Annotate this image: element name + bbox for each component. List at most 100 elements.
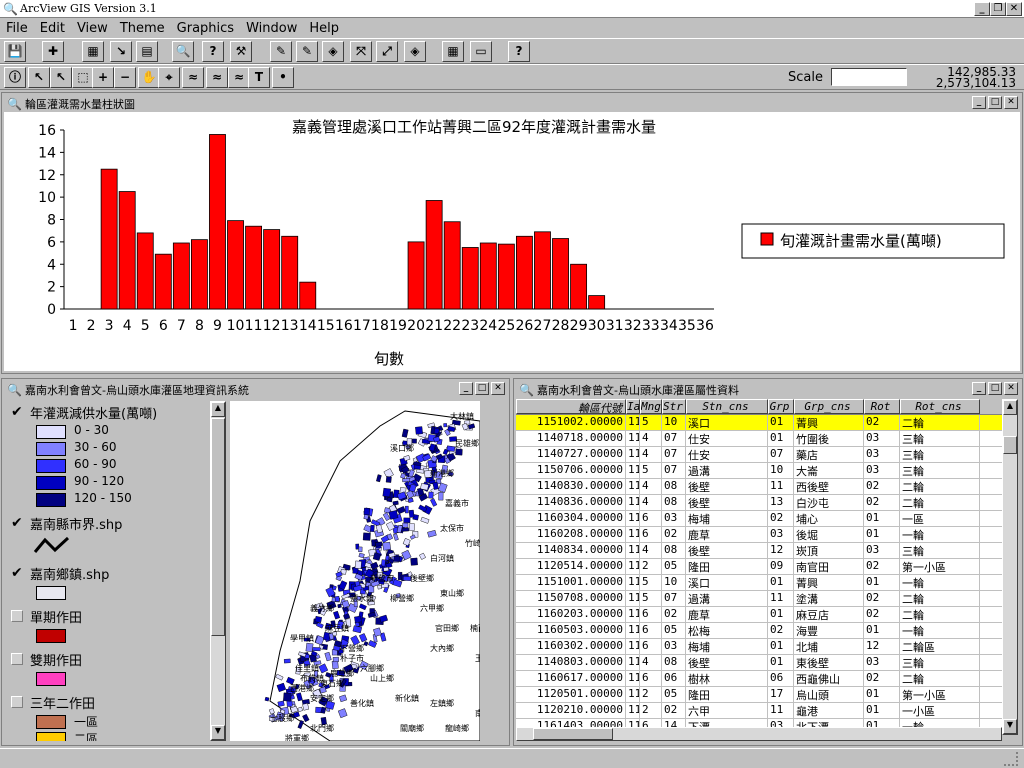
table-row[interactable]: 1160617.00000 11 6 06 樹林 06 西龜佛山 02 二輪 (516, 671, 1002, 687)
checkbox-unchecked-icon[interactable] (11, 610, 23, 622)
column-header[interactable]: Rot_cns (900, 399, 980, 414)
table-scroll-down[interactable]: ▼ (1003, 719, 1017, 734)
table-row[interactable]: 1140834.00000 11 4 08 後壁 12 崁頂 03 三輪 (516, 543, 1002, 559)
map-minimize-button[interactable]: _ (459, 382, 473, 395)
toolbar-button-14[interactable]: ▦ (442, 41, 464, 62)
tool-button-4[interactable]: + (92, 67, 114, 88)
table-row[interactable]: 1160503.00000 11 6 05 松梅 02 海豐 01 一輪 (516, 623, 1002, 639)
toc-scrollbar[interactable]: ▲ ▼ (210, 401, 226, 741)
tool-button-0[interactable]: ⓘ (4, 67, 26, 88)
menu-edit[interactable]: Edit (34, 21, 71, 36)
toolbar-button-11[interactable]: ⤧ (350, 41, 372, 62)
table-row[interactable]: 1150706.00000 11 5 07 過溝 10 大崙 03 三輪 (516, 463, 1002, 479)
table-row[interactable]: 1140830.00000 11 4 08 後壁 11 西後壁 02 二輪 (516, 479, 1002, 495)
tool-button-6[interactable]: ✋ (138, 67, 160, 88)
tool-button-5[interactable]: − (114, 67, 136, 88)
table-row[interactable]: 1160203.00000 11 6 02 鹿草 01 麻豆店 02 二輪 (516, 607, 1002, 623)
toolbar-button-1[interactable]: ✚ (42, 41, 64, 62)
tool-button-10[interactable]: ≈ (228, 67, 250, 88)
toc-scroll-thumb[interactable] (211, 418, 225, 636)
chart-maximize-button[interactable]: □ (988, 96, 1002, 109)
table-row[interactable]: 1151002.00000 11 5 10 溪口 01 菁興 02 二輪 (516, 415, 1002, 431)
menu-help[interactable]: Help (303, 21, 345, 36)
toolbar-button-5[interactable]: 🔍 (172, 41, 194, 62)
tool-button-9[interactable]: ≈ (206, 67, 228, 88)
table-minimize-button[interactable]: _ (972, 382, 986, 395)
table-cell: 5 (640, 591, 662, 606)
tool-button-2[interactable]: ↖ (50, 67, 72, 88)
checkbox-checked-icon[interactable]: ✔ (11, 405, 23, 419)
restore-button[interactable]: ❐ (990, 2, 1006, 16)
table-row[interactable]: 1160304.00000 11 6 03 梅埔 02 埔心 01 一區 (516, 511, 1002, 527)
toolbar-button-4[interactable]: ▤ (136, 41, 158, 62)
table-row[interactable]: 1140836.00000 11 4 08 後壁 13 白沙屯 02 二輪 (516, 495, 1002, 511)
table-scroll-thumb[interactable] (1003, 436, 1017, 454)
map-window-title-bar[interactable]: 🔍 嘉南水利會曾文-烏山頭水庫灌區地理資訊系統 _ □ ✕ (4, 381, 507, 398)
table-vscrollbar[interactable]: ▲ ▼ (1002, 399, 1018, 735)
minimize-button[interactable]: _ (974, 2, 990, 16)
menu-file[interactable]: File (0, 21, 34, 36)
toolbar-button-0[interactable]: 💾 (4, 41, 26, 62)
tool-button-3[interactable]: ⬚ (72, 67, 94, 88)
map-close-button[interactable]: ✕ (491, 382, 505, 395)
checkbox-unchecked-icon[interactable] (11, 653, 23, 665)
table-maximize-button[interactable]: □ (988, 382, 1002, 395)
table-row[interactable]: 1150708.00000 11 5 07 過溝 11 塗溝 02 二輪 (516, 591, 1002, 607)
close-button[interactable]: ✕ (1006, 2, 1022, 16)
table-row[interactable]: 1151001.00000 11 5 10 溪口 01 菁興 01 一輪 (516, 575, 1002, 591)
checkbox-checked-icon[interactable]: ✔ (11, 516, 23, 530)
tool-button-7[interactable]: ⌖ (158, 67, 180, 88)
column-header[interactable]: Stn_cns (686, 399, 768, 414)
toolbar-button-6[interactable]: ? (202, 41, 224, 62)
checkbox-checked-icon[interactable]: ✔ (11, 566, 23, 580)
toolbar-button-15[interactable]: ▭ (470, 41, 492, 62)
tool-button-12[interactable]: • (272, 67, 294, 88)
tool-button-8[interactable]: ≈ (182, 67, 204, 88)
toolbar-button-12[interactable]: ⤢ (376, 41, 398, 62)
column-header[interactable]: Str (662, 399, 686, 414)
table-row[interactable]: 1120210.00000 11 2 02 六甲 11 龜港 01 一小區 (516, 703, 1002, 719)
table-row[interactable]: 1120501.00000 11 2 05 隆田 17 烏山頭 01 第一小區 (516, 687, 1002, 703)
tool-button-11[interactable]: T (248, 67, 270, 88)
checkbox-unchecked-icon[interactable] (11, 696, 23, 708)
toolbar-button-13[interactable]: ◈ (404, 41, 426, 62)
column-header[interactable]: Ia (626, 399, 640, 414)
tool-button-1[interactable]: ↖ (28, 67, 50, 88)
table-row[interactable]: 1160208.00000 11 6 02 鹿草 03 後堀 01 一輪 (516, 527, 1002, 543)
column-header[interactable]: Grp (768, 399, 794, 414)
toolbar-button-3[interactable]: ↘ (110, 41, 132, 62)
map-maximize-button[interactable]: □ (475, 382, 489, 395)
column-header[interactable]: Mng (640, 399, 662, 414)
toolbar-button-10[interactable]: ◈ (322, 41, 344, 62)
table-hscroll-thumb[interactable] (533, 728, 613, 740)
chart-close-button[interactable]: ✕ (1004, 96, 1018, 109)
toc-scroll-up[interactable]: ▲ (211, 402, 225, 417)
table-row[interactable]: 1140803.00000 11 4 08 後壁 01 東後壁 03 三輪 (516, 655, 1002, 671)
menu-graphics[interactable]: Graphics (171, 21, 240, 36)
menu-theme[interactable]: Theme (114, 21, 171, 36)
column-header[interactable]: 輪區代號 (516, 399, 626, 414)
toolbar-button-9[interactable]: ✎ (296, 41, 318, 62)
town-label: 玉井鄉 (475, 653, 480, 663)
toolbar-button-16[interactable]: ? (508, 41, 530, 62)
toolbar-button-8[interactable]: ✎ (270, 41, 292, 62)
column-header[interactable]: Grp_cns (794, 399, 864, 414)
table-row[interactable]: 1160302.00000 11 6 03 梅埔 01 北埔 12 二輪區 (516, 639, 1002, 655)
menu-window[interactable]: Window (240, 21, 303, 36)
table-close-button[interactable]: ✕ (1004, 382, 1018, 395)
table-hscrollbar[interactable] (516, 727, 1002, 741)
table-row[interactable]: 1140727.00000 11 4 07 仕安 07 藥店 03 三輪 (516, 447, 1002, 463)
chart-window-title-bar[interactable]: 🔍 輪區灌溉需水量柱狀圖 _ □ ✕ (4, 95, 1020, 112)
toolbar-button-2[interactable]: ▦ (82, 41, 104, 62)
scale-input[interactable] (831, 68, 907, 86)
menu-view[interactable]: View (71, 21, 114, 36)
table-row[interactable]: 1140718.00000 11 4 07 仕安 01 竹圍後 03 三輪 (516, 431, 1002, 447)
chart-minimize-button[interactable]: _ (972, 96, 986, 109)
table-row[interactable]: 1120514.00000 11 2 05 隆田 09 南官田 02 第一小區 (516, 559, 1002, 575)
table-scroll-up[interactable]: ▲ (1003, 400, 1017, 415)
toc-scroll-down[interactable]: ▼ (211, 725, 225, 740)
map-canvas[interactable]: 大林鎮民雄鄉溪口鄉新港鄉嘉義市太保市竹崎鄉白河鎮東山鄉柳營鄉六甲鄉大內鄉 官田鄉玉… (230, 401, 480, 741)
toolbar-button-7[interactable]: ⚒ (230, 41, 252, 62)
column-header[interactable]: Rot (864, 399, 900, 414)
table-window-title-bar[interactable]: 🔍 嘉南水利會曾文-烏山頭水庫灌區屬性資料 _ □ ✕ (516, 381, 1020, 398)
